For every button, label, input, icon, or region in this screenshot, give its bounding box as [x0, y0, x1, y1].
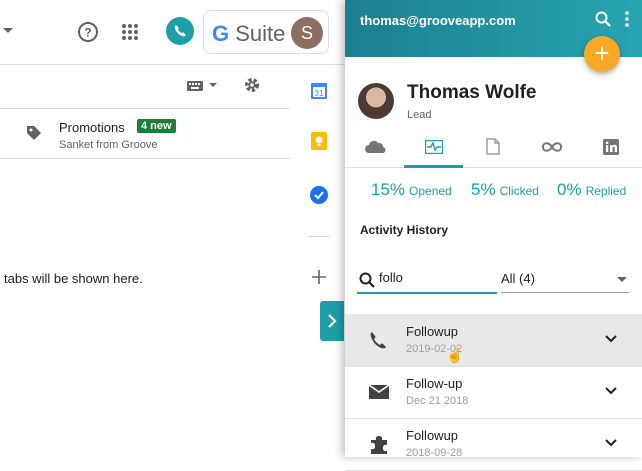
- replied-stat: 0% Replied: [557, 180, 627, 199]
- pointer-cursor-icon: ☝: [446, 347, 464, 363]
- account-avatar[interactable]: S: [291, 17, 323, 49]
- activity-search: [357, 266, 497, 294]
- tab-salesforce[interactable]: [345, 126, 404, 167]
- promotions-sender: Sanket from Groove: [59, 139, 158, 151]
- dropdown-caret-icon: [617, 277, 627, 282]
- calendar-icon[interactable]: 31: [311, 81, 327, 99]
- svg-text:31: 31: [315, 89, 324, 98]
- panel-toggle-button[interactable]: [320, 301, 344, 341]
- account-email: thomas@grooveapp.com: [360, 13, 516, 28]
- salesforce-cloud-icon: [364, 140, 386, 153]
- add-addon-icon[interactable]: [312, 270, 326, 284]
- keep-icon[interactable]: [311, 132, 327, 150]
- add-action-button[interactable]: +: [584, 36, 620, 72]
- contact-photo: [358, 83, 394, 119]
- email-icon: [368, 384, 390, 399]
- gmail-top-bar: ? G Suite S: [0, 0, 345, 65]
- tab-activity[interactable]: [404, 126, 463, 168]
- document-icon: [485, 138, 500, 155]
- search-icon[interactable]: [595, 11, 611, 27]
- puzzle-icon: [371, 436, 387, 454]
- promotions-row[interactable]: Promotions 4 new Sanket from Groove: [0, 108, 290, 159]
- tab-sequences[interactable]: [522, 126, 581, 167]
- filter-selected-value: All (4): [501, 271, 535, 286]
- tasks-icon[interactable]: [310, 186, 328, 204]
- apps-grid-icon[interactable]: [121, 23, 139, 41]
- tabs-info-text: tabs will be shown here.: [4, 271, 143, 286]
- help-icon[interactable]: ?: [77, 21, 99, 43]
- linkedin-icon: [602, 138, 619, 155]
- clicked-stat: 5% Clicked: [471, 180, 539, 199]
- opened-stat: 15% Opened: [371, 180, 452, 199]
- expand-chevron-icon[interactable]: [603, 435, 619, 451]
- tab-documents[interactable]: [463, 126, 522, 167]
- new-count-badge: 4 new: [137, 119, 176, 133]
- gmail-side-rail: 31: [298, 64, 342, 457]
- tag-icon: [27, 126, 41, 140]
- contact-tabs: [345, 126, 642, 168]
- promotions-label: Promotions: [59, 120, 125, 135]
- svg-text:?: ?: [84, 26, 91, 40]
- gsuite-logo: G Suite: [212, 21, 286, 46]
- gmail-toolbar: [0, 64, 290, 109]
- phone-icon: [174, 25, 186, 37]
- activity-item[interactable]: Followup 2019-02-02 ☝: [345, 314, 642, 367]
- search-icon: [359, 272, 375, 288]
- contact-name: Thomas Wolfe: [407, 82, 537, 103]
- expand-chevron-icon[interactable]: [603, 331, 619, 347]
- activity-pulse-icon: [424, 139, 443, 154]
- activity-item[interactable]: Followup 2018-09-28: [345, 418, 642, 471]
- chevron-right-icon: [328, 314, 337, 328]
- gmail-area: ? G Suite S Promotions 4 new Sanket from: [0, 0, 345, 457]
- phone-icon: [370, 332, 386, 349]
- tab-linkedin[interactable]: [581, 126, 640, 167]
- infinity-icon: [541, 141, 562, 152]
- gsuite-account-button[interactable]: G Suite S: [203, 10, 329, 54]
- settings-gear-icon[interactable]: [243, 76, 261, 94]
- contact-status: Lead: [407, 109, 432, 121]
- keyboard-icon[interactable]: [187, 80, 203, 92]
- activity-search-input[interactable]: [379, 270, 489, 285]
- more-vert-icon[interactable]: [624, 11, 630, 27]
- chevron-down-icon[interactable]: [209, 83, 217, 89]
- activity-item[interactable]: Follow-up Dec 21 2018: [345, 366, 642, 419]
- dropdown-caret-icon[interactable]: [2, 27, 14, 35]
- expand-chevron-icon[interactable]: [603, 383, 619, 399]
- activity-filter-select[interactable]: All (4): [501, 266, 629, 293]
- activity-history-title: Activity History: [360, 223, 449, 237]
- groove-panel: thomas@grooveapp.com + Thomas Wolfe Lead…: [345, 0, 642, 471]
- rail-divider: [308, 236, 330, 237]
- groove-dialer-button[interactable]: [166, 17, 194, 45]
